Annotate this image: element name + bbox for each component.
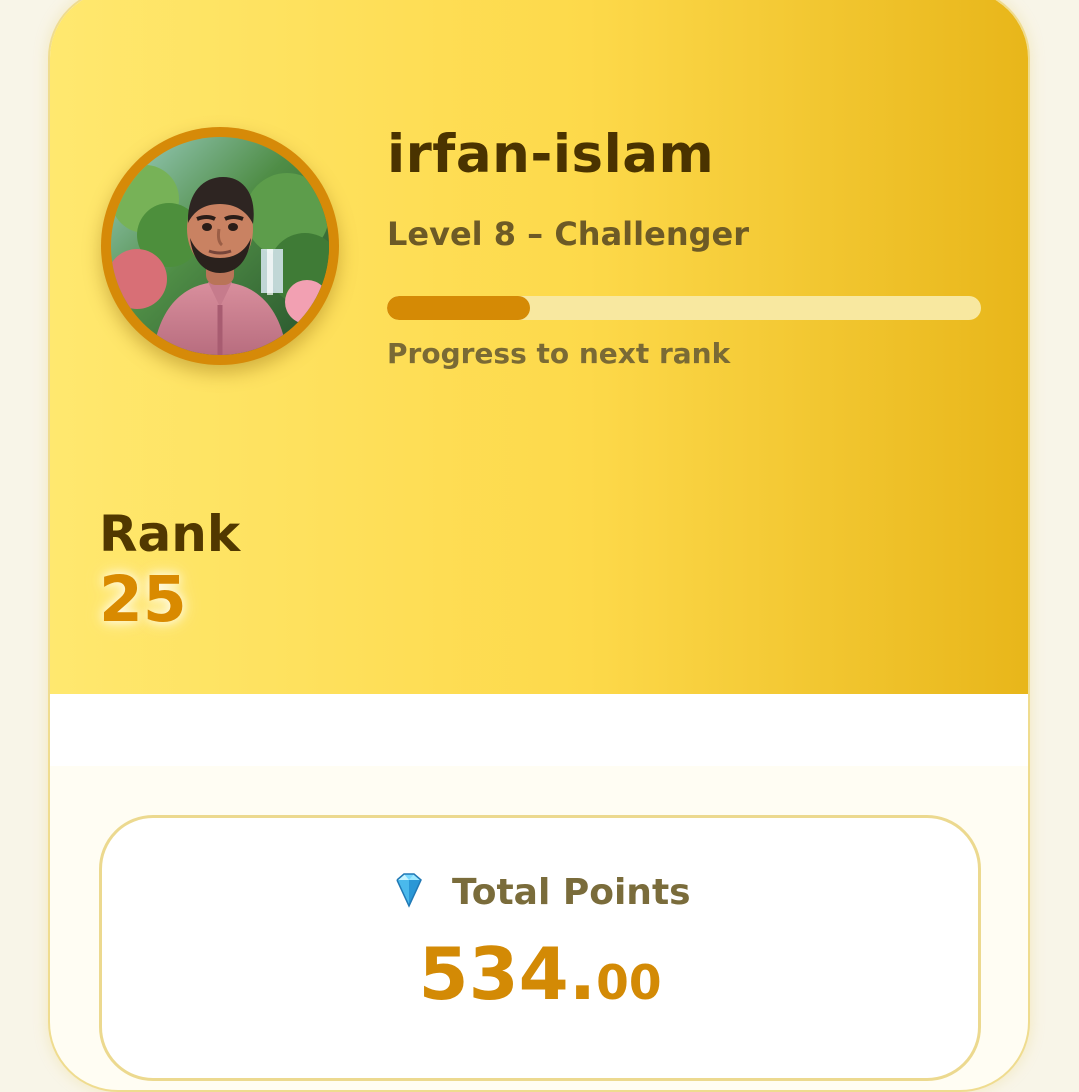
rank-progress-fill xyxy=(387,296,530,320)
points-decimal: 00 xyxy=(596,956,662,1011)
section-divider xyxy=(50,694,1028,766)
progress-label: Progress to next rank xyxy=(387,337,731,370)
level-title: Level 8 – Challenger xyxy=(387,215,749,253)
avatar-ring xyxy=(101,127,339,365)
rank-progress-bar xyxy=(387,296,981,320)
rank-label: Rank xyxy=(99,505,241,563)
total-points-value: 534.00 xyxy=(102,934,978,1024)
gem-icon xyxy=(389,870,429,910)
profile-header: irfan-islam Level 8 – Challenger Progres… xyxy=(50,0,1028,694)
total-points-card: Total Points 534.00 xyxy=(99,815,981,1081)
points-whole: 534. xyxy=(418,932,597,1016)
rank-value: 25 xyxy=(99,563,187,636)
profile-card: irfan-islam Level 8 – Challenger Progres… xyxy=(48,0,1030,1092)
total-points-header: Total Points xyxy=(102,870,978,915)
username: irfan-islam xyxy=(387,124,715,185)
total-points-title: Total Points xyxy=(451,872,691,913)
avatar xyxy=(111,137,329,355)
